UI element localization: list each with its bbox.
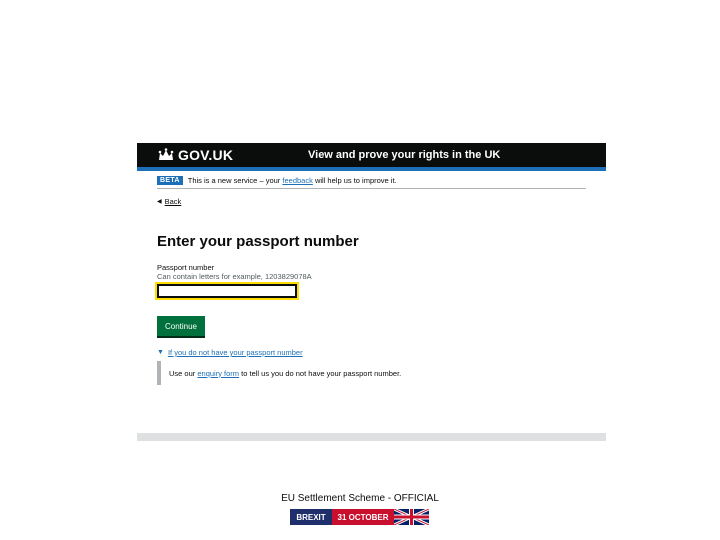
beta-tag: BETA	[157, 176, 183, 185]
phase-divider	[157, 188, 586, 189]
banner-brexit-label: BREXIT	[290, 509, 332, 525]
details-summary[interactable]: ▼ If you do not have your passport numbe…	[157, 348, 303, 357]
header-blue-stripe	[137, 167, 606, 171]
union-flag-icon	[394, 509, 429, 525]
banner-date-label: 31 OCTOBER	[332, 509, 394, 525]
crown-icon	[158, 148, 174, 160]
back-arrow-icon: ◀	[157, 199, 162, 205]
triangle-down-icon: ▼	[157, 349, 164, 356]
details-text-after: to tell us you do not have your passport…	[241, 368, 402, 378]
phase-banner: BETA This is a new service – your feedba…	[157, 176, 397, 185]
browser-screenshot-frame: GOV.UK View and prove your rights in the…	[137, 143, 606, 441]
details-summary-text: If you do not have your passport number	[167, 348, 303, 357]
service-name[interactable]: View and prove your rights in the UK	[308, 149, 500, 161]
slide-footer-text: EU Settlement Scheme - OFFICIAL	[281, 493, 439, 504]
continue-button[interactable]: Continue	[157, 316, 205, 336]
passport-number-hint: Can contain letters for example, 1203829…	[157, 272, 312, 281]
details-body: Use our enquiry form to tell us you do n…	[157, 361, 401, 385]
feedback-link[interactable]: feedback	[282, 176, 312, 185]
horizontal-scrollbar[interactable]	[137, 433, 606, 441]
page-title: Enter your passport number	[157, 233, 359, 250]
brexit-banner: BREXIT 31 OCTOBER	[290, 509, 429, 525]
logo-text: GOV.UK	[178, 147, 234, 163]
passport-number-label: Passport number	[157, 263, 215, 272]
phase-text-before: This is a new service – your	[187, 176, 281, 185]
govuk-logo-link[interactable]: GOV.UK	[157, 147, 233, 163]
phase-text-after: will help us to improve it.	[314, 176, 397, 185]
back-link-label: Back	[164, 197, 182, 206]
enquiry-form-link[interactable]: enquiry form	[197, 369, 239, 378]
details-text-before: Use our	[169, 368, 196, 378]
back-link[interactable]: ◀ Back	[157, 197, 181, 206]
passport-number-input[interactable]	[155, 282, 299, 300]
govuk-header: GOV.UK View and prove your rights in the…	[137, 143, 606, 167]
